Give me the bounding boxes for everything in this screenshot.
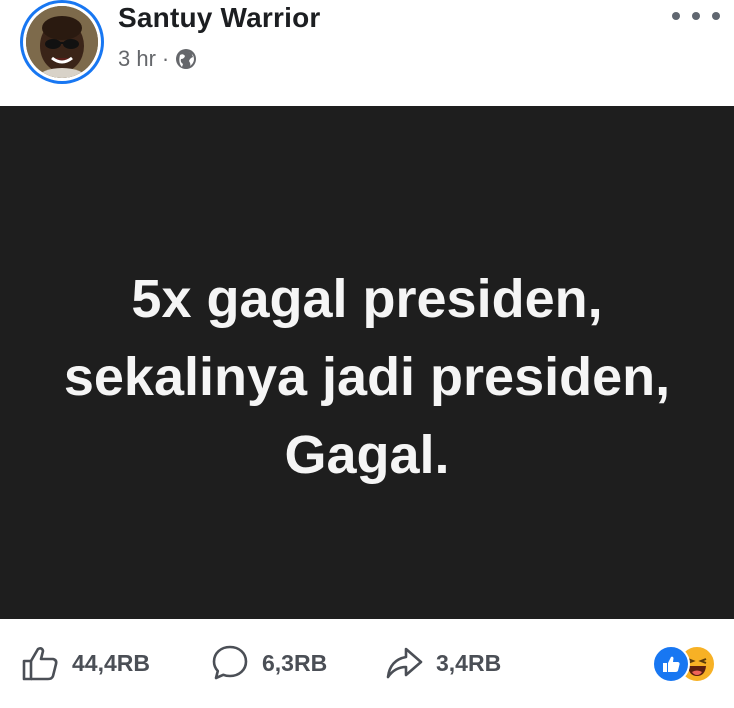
post-header: Santuy Warrior 3 hr · [0, 0, 734, 106]
avatar-image [26, 6, 98, 78]
meta-separator: · [161, 46, 170, 71]
post-footer: 44,4RB 6,3RB 3,4RB [0, 619, 734, 708]
avatar[interactable] [20, 0, 104, 84]
more-dot [692, 12, 700, 20]
comment-count: 6,3RB [262, 649, 328, 676]
reaction-summary[interactable] [652, 645, 716, 683]
post-meta: 3 hr · [118, 46, 197, 72]
comment-button[interactable]: 6,3RB [210, 643, 327, 683]
author-name[interactable]: Santuy Warrior [118, 2, 320, 34]
post-text: 5x gagal presiden, sekalinya jadi presid… [63, 268, 671, 485]
more-options-icon[interactable] [672, 6, 720, 26]
avatar-frame [23, 3, 101, 81]
share-arrow-icon [386, 647, 423, 679]
share-button[interactable]: 3,4RB [384, 643, 501, 683]
thumbs-up-icon [22, 647, 58, 681]
share-count: 3,4RB [436, 649, 502, 676]
like-reaction-icon [652, 645, 690, 683]
more-dot [672, 12, 680, 20]
like-count: 44,4RB [72, 649, 150, 676]
post-time[interactable]: 3 hr [118, 46, 156, 72]
more-dot [712, 12, 720, 20]
facebook-post: Santuy Warrior 3 hr · 5x gagal presiden,… [0, 0, 734, 708]
like-button[interactable]: 44,4RB [20, 643, 150, 683]
child-face-icon [26, 6, 98, 78]
comment-icon [212, 645, 248, 680]
post-content[interactable]: 5x gagal presiden, sekalinya jadi presid… [0, 106, 734, 619]
globe-icon[interactable] [175, 48, 197, 70]
